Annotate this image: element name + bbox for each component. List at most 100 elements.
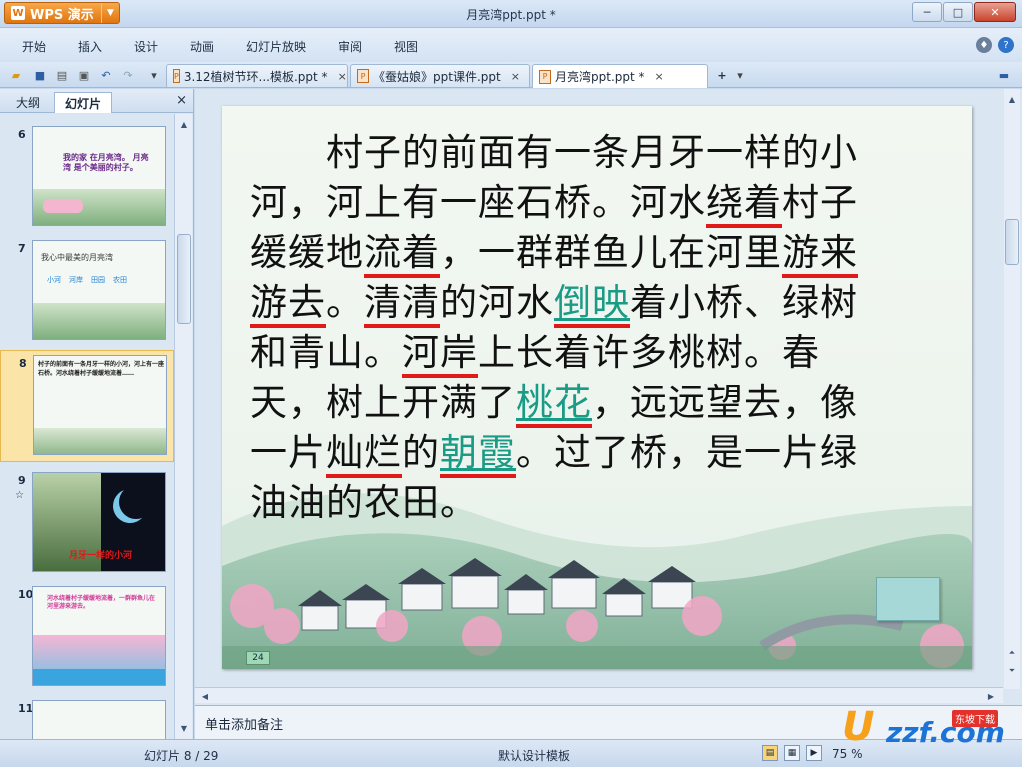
close-pane-icon[interactable]: × bbox=[176, 93, 187, 108]
slide-text-line: 游去。清清的河水倒映着小桥、绿树 bbox=[250, 278, 950, 328]
print-icon[interactable]: ▤ bbox=[54, 67, 70, 83]
thumbnail-text: 我的家 在月亮湾。 月亮湾 是个美丽的村子。 bbox=[63, 153, 149, 172]
tab-document-1[interactable]: P 3.12植树节环...模板.ppt * × bbox=[166, 64, 348, 87]
menu-insert[interactable]: 插入 bbox=[78, 38, 102, 55]
scroll-thumb[interactable] bbox=[177, 234, 191, 324]
thumbnail-image: 月牙一样的小河 bbox=[32, 472, 166, 572]
text-segment: 。过了桥，是一片绿 bbox=[516, 431, 858, 474]
previous-slide-icon[interactable]: ⏶ bbox=[1004, 645, 1020, 661]
save-icon[interactable]: ■ bbox=[32, 67, 48, 83]
slide-thumbnail-9[interactable]: 9 ☆ 月牙一样的小河 bbox=[0, 468, 174, 576]
slide-thumbnail-6[interactable]: 6 我的家 在月亮湾。 月亮湾 是个美丽的村子。 bbox=[0, 122, 174, 230]
print-preview-icon[interactable]: ▣ bbox=[76, 67, 92, 83]
minimize-button[interactable]: ─ bbox=[912, 2, 942, 22]
title-bar: W WPS 演示 ▼ 月亮湾ppt.ppt * ─ □ ✕ bbox=[0, 0, 1022, 28]
tab-document-3-active[interactable]: P 月亮湾ppt.ppt * × bbox=[532, 64, 708, 88]
slide-thumbnail-7[interactable]: 7 我心中最美的月亮湾 小河 河岸 田园 农田 bbox=[0, 236, 174, 344]
menu-animation[interactable]: 动画 bbox=[190, 38, 214, 55]
slide-number: 7 bbox=[18, 242, 26, 255]
menu-design[interactable]: 设计 bbox=[134, 38, 158, 55]
scroll-up-icon[interactable]: ▲ bbox=[176, 116, 192, 132]
window-title: 月亮湾ppt.ppt * bbox=[466, 8, 556, 22]
thumbnail-text: 村子的前面有一条月牙一样的小河，河上有一座石桥。河水绕着村子缓缓地流着…… bbox=[38, 361, 165, 377]
slide-text-line: 和青山。河岸上长着许多桃树。春 bbox=[250, 328, 950, 378]
slide-thumbnail-10[interactable]: 10 河水绕着村子缓缓地流着，一群群鱼儿在河里游来游去。 bbox=[0, 582, 174, 690]
close-tab-icon[interactable]: × bbox=[655, 70, 664, 83]
help-icon[interactable]: ? bbox=[998, 37, 1014, 53]
scroll-up-icon[interactable]: ▲ bbox=[1004, 91, 1020, 107]
slide-number: 6 bbox=[18, 128, 26, 141]
text-segment: 缓缓地 bbox=[250, 231, 364, 274]
close-tab-icon[interactable]: × bbox=[511, 70, 520, 83]
editor-vertical-scrollbar[interactable]: ▲ ⏶ ⏷ bbox=[1004, 89, 1020, 689]
text-segment: 河，河上有一座石桥。河水 bbox=[250, 181, 706, 224]
underlined-word: 灿烂 bbox=[326, 431, 402, 478]
slides-pane-scrollbar[interactable]: ▲ ▼ bbox=[174, 114, 192, 739]
thumbnail-image: 我心中最美的月亮湾 小河 河岸 田园 农田 bbox=[32, 240, 166, 340]
redo-icon[interactable]: ↷ bbox=[120, 67, 136, 83]
slide-text-line: 天，树上开满了桃花，远远望去，像 bbox=[250, 378, 950, 428]
menu-home[interactable]: 开始 bbox=[22, 38, 46, 55]
ribbon-toggle-icon[interactable]: ▬ bbox=[996, 67, 1012, 83]
skin-shirt-icon[interactable]: ♦ bbox=[976, 37, 992, 53]
maximize-button[interactable]: □ bbox=[943, 2, 973, 22]
open-folder-icon[interactable]: ▰ bbox=[8, 67, 24, 83]
slide-number: 8 bbox=[19, 357, 27, 370]
customize-toolbar-icon[interactable]: ▾ bbox=[146, 67, 162, 83]
text-segment: 上长着许多桃树。春 bbox=[478, 331, 820, 374]
normal-view-icon[interactable]: ▤ bbox=[762, 745, 778, 761]
ppt-file-icon: P bbox=[173, 69, 180, 83]
slide-counter: 幻灯片 8 / 29 bbox=[144, 749, 219, 763]
thumbnail-text: 月牙一样的小河 bbox=[69, 551, 133, 561]
text-segment: 的河水 bbox=[440, 281, 554, 324]
underlined-word: 流着 bbox=[364, 231, 440, 278]
tab-slides[interactable]: 幻灯片 bbox=[54, 92, 113, 113]
tab-list-chevron-icon[interactable]: ▾ bbox=[732, 67, 748, 83]
slide-thumbnail-11[interactable]: 11 bbox=[0, 696, 174, 739]
slide-text-line: 村子的前面有一条月牙一样的小 bbox=[250, 128, 950, 178]
thumbnail-image bbox=[32, 700, 166, 739]
scroll-left-icon[interactable]: ◀ bbox=[197, 688, 213, 704]
thumbnail-text: 河水绕着村子缓缓地流着，一群群鱼儿在河里游来游去。 bbox=[47, 595, 156, 610]
current-slide[interactable]: 村子的前面有一条月牙一样的小 河，河上有一座石桥。河水绕着村子 缓缓地流着，一群群鱼… bbox=[222, 106, 972, 669]
thumbnail-text: 我心中最美的月亮湾 bbox=[41, 253, 113, 262]
tab-document-2[interactable]: P 《蚕姑娘》ppt课件.ppt × bbox=[350, 64, 530, 87]
text-segment: 一片 bbox=[250, 431, 326, 474]
scroll-thumb[interactable] bbox=[1005, 219, 1019, 265]
text-segment: 和青山。 bbox=[250, 331, 402, 374]
menu-view[interactable]: 视图 bbox=[394, 38, 418, 55]
text-segment: 村子 bbox=[782, 181, 858, 224]
hyperlinked-word: 朝霞 bbox=[440, 431, 516, 478]
underlined-word: 清清 bbox=[364, 281, 440, 328]
slide-text-line: 一片灿烂的朝霞。过了桥，是一片绿 bbox=[250, 428, 950, 478]
menu-review[interactable]: 审阅 bbox=[338, 38, 362, 55]
undo-icon[interactable]: ↶ bbox=[98, 67, 114, 83]
close-window-button[interactable]: ✕ bbox=[974, 2, 1016, 22]
thumbnail-link: 河岸 bbox=[69, 276, 83, 284]
text-segment: 村子的前面有一条月牙一样的小 bbox=[250, 131, 858, 174]
slide-text-body[interactable]: 村子的前面有一条月牙一样的小 河，河上有一座石桥。河水绕着村子 缓缓地流着，一群群鱼… bbox=[250, 128, 950, 528]
new-tab-plus-icon[interactable]: + bbox=[714, 67, 730, 83]
text-segment: 的 bbox=[402, 431, 440, 474]
thumbnail-image: 河水绕着村子缓缓地流着，一群群鱼儿在河里游来游去。 bbox=[32, 586, 166, 686]
slideshow-view-icon[interactable]: ▶ bbox=[806, 745, 822, 761]
text-segment: 着小桥、绿树 bbox=[630, 281, 858, 324]
animation-star-icon: ☆ bbox=[15, 490, 24, 501]
slide-sorter-view-icon[interactable]: ▦ bbox=[784, 745, 800, 761]
slide-text-line: 缓缓地流着，一群群鱼儿在河里游来 bbox=[250, 228, 950, 278]
thumbnail-image: 我的家 在月亮湾。 月亮湾 是个美丽的村子。 bbox=[32, 126, 166, 226]
tab-outline[interactable]: 大纲 bbox=[6, 92, 50, 113]
text-segment: ，远远望去，像 bbox=[592, 381, 858, 424]
scroll-down-icon[interactable]: ▼ bbox=[176, 720, 192, 736]
uzzf-watermark-logo: U zzf.com 东坡下载 bbox=[842, 700, 1018, 762]
thumbnail-link: 田园 bbox=[91, 276, 105, 284]
close-tab-icon[interactable]: × bbox=[338, 70, 347, 83]
menu-bar: 开始 插入 设计 动画 幻灯片放映 审阅 视图 ♦ ? bbox=[0, 28, 1022, 62]
next-slide-icon[interactable]: ⏷ bbox=[1004, 663, 1020, 679]
menu-slideshow[interactable]: 幻灯片放映 bbox=[246, 38, 306, 55]
slide-action-button[interactable] bbox=[876, 577, 940, 621]
thumbnail-link: 小河 bbox=[47, 276, 61, 284]
watermark-tag: 东坡下载 bbox=[952, 710, 998, 727]
slide-thumbnail-8-selected[interactable]: 8 村子的前面有一条月牙一样的小河，河上有一座石桥。河水绕着村子缓缓地流着…… bbox=[0, 350, 174, 462]
text-segment: ，一群群鱼儿在河里 bbox=[440, 231, 782, 274]
